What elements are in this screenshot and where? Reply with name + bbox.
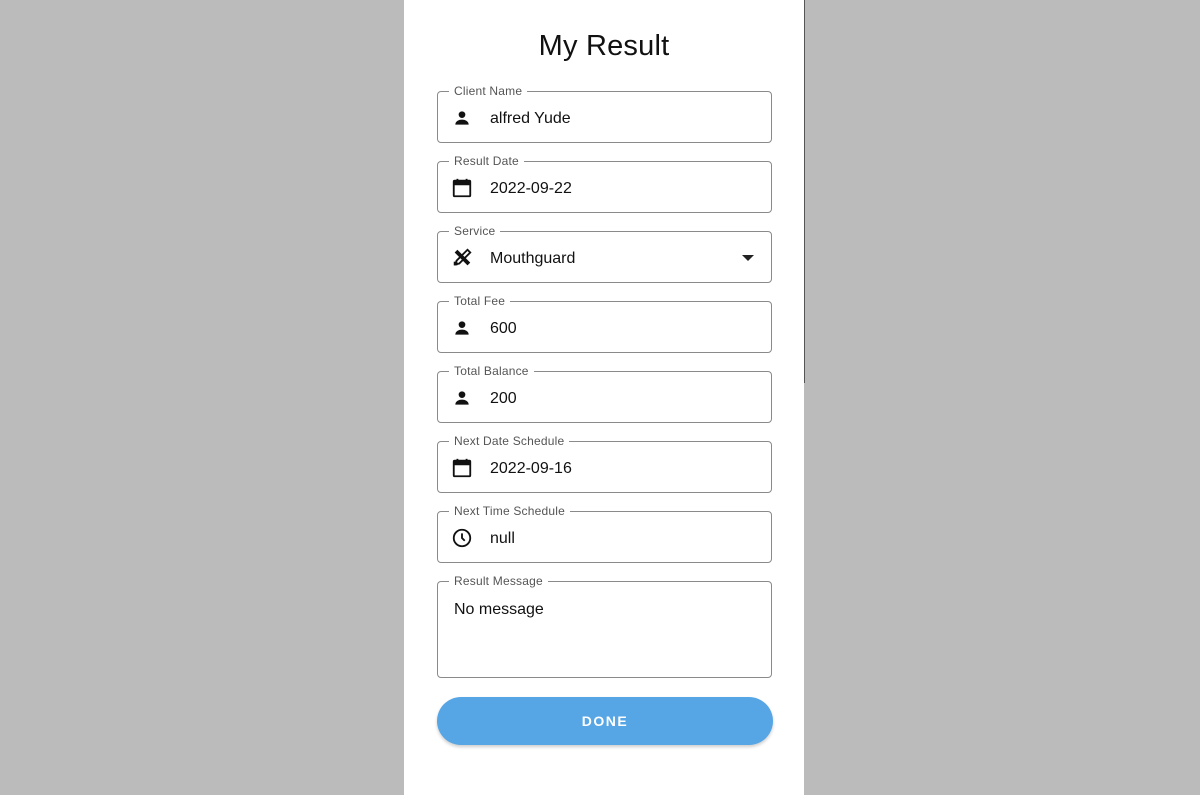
client-name-value: alfred Yude — [490, 110, 571, 127]
client-name-label: Client Name — [449, 84, 528, 98]
total-fee-value: 600 — [490, 320, 517, 337]
client-name-field[interactable]: Client Name alfred Yude — [437, 84, 772, 143]
person-icon — [451, 387, 473, 409]
next-date-field[interactable]: Next Date Schedule 2022-09-16 — [437, 434, 772, 493]
clock-icon — [451, 527, 473, 549]
result-message-label: Result Message — [449, 574, 548, 588]
next-time-field[interactable]: Next Time Schedule null — [437, 504, 772, 563]
next-time-label: Next Time Schedule — [449, 504, 570, 518]
calendar-icon — [451, 457, 473, 479]
service-label: Service — [449, 224, 501, 238]
dropdown-arrow-icon[interactable] — [742, 255, 754, 261]
service-dropdown[interactable]: Service Mouthguard — [437, 224, 772, 283]
next-date-label: Next Date Schedule — [449, 434, 570, 448]
window-edge — [804, 0, 805, 383]
total-balance-label: Total Balance — [449, 364, 534, 378]
total-balance-value: 200 — [490, 390, 517, 407]
total-fee-label: Total Fee — [449, 294, 511, 308]
result-message-value: No message — [454, 601, 544, 618]
page-title: My Result — [538, 30, 670, 62]
result-date-field[interactable]: Result Date 2022-09-22 — [437, 154, 772, 213]
person-icon — [451, 317, 473, 339]
result-message-field[interactable]: Result Message No message — [437, 574, 772, 678]
total-fee-field[interactable]: Total Fee 600 — [437, 294, 772, 353]
dental-tools-icon — [451, 247, 473, 269]
next-time-value: null — [490, 530, 515, 547]
person-icon — [451, 107, 473, 129]
service-value: Mouthguard — [490, 250, 576, 267]
total-balance-field[interactable]: Total Balance 200 — [437, 364, 772, 423]
result-screen: My Result Client Name alfred Yude Result… — [404, 0, 804, 795]
next-date-value: 2022-09-16 — [490, 460, 572, 477]
done-button[interactable]: DONE — [437, 697, 773, 745]
result-date-value: 2022-09-22 — [490, 180, 572, 197]
calendar-icon — [451, 177, 473, 199]
result-date-label: Result Date — [449, 154, 524, 168]
